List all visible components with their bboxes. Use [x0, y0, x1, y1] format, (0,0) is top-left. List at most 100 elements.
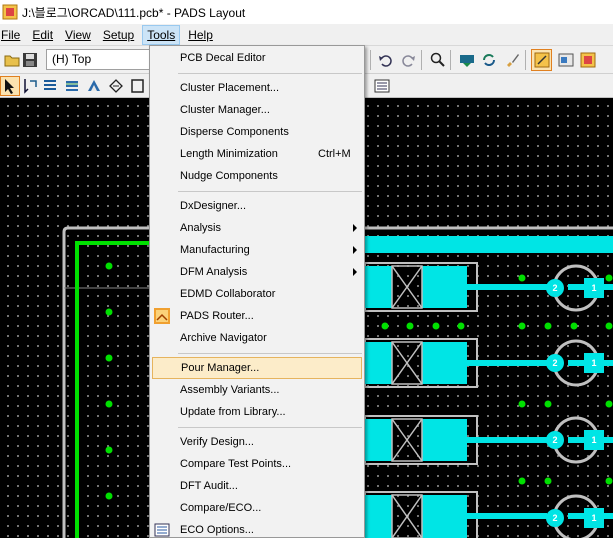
pad-label: 2 — [552, 358, 557, 368]
menu-item-label: DxDesigner... — [180, 200, 247, 212]
menu-item-verify-design[interactable]: Verify Design... — [152, 431, 362, 453]
menu-item-label: PCB Decal Editor — [180, 52, 266, 64]
menu-view[interactable]: View — [61, 25, 95, 45]
menu-item-label: Pour Manager... — [181, 362, 260, 374]
menu-item-label: PADS Router... — [180, 310, 254, 322]
menu-item-label: Cluster Placement... — [180, 82, 280, 94]
menu-item-edmd-collaborator[interactable]: EDMD Collaborator — [152, 283, 362, 305]
pad-label: 1 — [591, 435, 596, 445]
menu-separator — [178, 427, 362, 428]
redo-icon[interactable] — [398, 50, 418, 70]
menu-item-label: Manufacturing — [180, 244, 250, 256]
add-route-icon[interactable] — [40, 76, 60, 96]
layer-select-value: (H) Top — [52, 52, 92, 66]
drafting-toolbar-icon[interactable] — [556, 50, 576, 70]
component-icon[interactable] — [128, 76, 148, 96]
menu-item-pour-manager[interactable]: Pour Manager... — [152, 357, 362, 379]
menu-item-update-from-library[interactable]: Update from Library... — [152, 401, 362, 423]
menu-item-compare-test-points[interactable]: Compare Test Points... — [152, 453, 362, 475]
menu-tools-label: Tools — [147, 27, 176, 42]
component-row-2 — [364, 338, 613, 388]
pad-label: 2 — [552, 283, 557, 293]
refresh-icon[interactable] — [479, 50, 499, 70]
menu-item-analysis[interactable]: Analysis — [152, 217, 362, 239]
component-row-4 — [364, 491, 613, 538]
menu-edit[interactable]: Edit — [28, 25, 57, 45]
menu-item-disperse-components[interactable]: Disperse Components — [152, 121, 362, 143]
menu-item-label: Analysis — [180, 222, 221, 234]
hatch-icon[interactable] — [106, 76, 126, 96]
menu-tools[interactable]: Tools — [142, 24, 181, 45]
menu-file-label: File — [1, 27, 21, 42]
menu-bar: File Edit View Setup Tools Help — [0, 24, 613, 46]
display-control-icon[interactable] — [457, 50, 477, 70]
submenu-arrow-icon — [353, 268, 357, 276]
cyan-bus — [363, 236, 613, 253]
menu-item-dxdesigner[interactable]: DxDesigner... — [152, 195, 362, 217]
component-row-3 — [364, 415, 613, 465]
pad-label: 2 — [552, 513, 557, 523]
brush-icon[interactable] — [502, 50, 522, 70]
component-row-1 — [364, 262, 613, 312]
toolbar-separator — [421, 50, 422, 70]
menu-setup[interactable]: Setup — [99, 25, 138, 45]
menu-edit-label: Edit — [32, 27, 54, 42]
menu-view-label: View — [65, 27, 91, 42]
save-icon[interactable] — [20, 50, 40, 70]
toolbar-separator — [450, 50, 451, 70]
menu-item-label: Disperse Components — [180, 126, 289, 138]
menu-item-label: Length Minimization — [180, 148, 278, 160]
layers-icon[interactable] — [62, 76, 82, 96]
select-arrow-icon[interactable] — [0, 76, 20, 96]
pad-label: 1 — [591, 358, 596, 368]
menu-item-label: Archive Navigator — [180, 332, 267, 344]
menu-item-manufacturing[interactable]: Manufacturing — [152, 239, 362, 261]
tools-menu: PCB Decal Editor Cluster Placement... Cl… — [149, 45, 365, 538]
menu-item-length-minimization[interactable]: Length Minimization Ctrl+M — [152, 143, 362, 165]
menu-item-nudge-components[interactable]: Nudge Components — [152, 165, 362, 187]
menu-item-label: Compare Test Points... — [180, 458, 292, 470]
window-title: J:\블로그\ORCAD\111.pcb* - PADS Layout — [22, 5, 246, 20]
properties-icon[interactable] — [372, 76, 392, 96]
toolbar-separator — [525, 50, 526, 70]
menu-help-label: Help — [188, 27, 213, 42]
submenu-arrow-icon — [353, 224, 357, 232]
menu-separator — [178, 73, 362, 74]
menu-help[interactable]: Help — [184, 25, 217, 45]
menu-item-label: Verify Design... — [180, 436, 254, 448]
pad-label: 1 — [591, 513, 596, 523]
menu-item-label: Update from Library... — [180, 406, 286, 418]
design-toolbar-icon[interactable] — [531, 49, 552, 71]
menu-file[interactable]: File — [0, 25, 24, 45]
pads-router-icon — [154, 308, 170, 324]
pad-label: 1 — [591, 283, 596, 293]
menu-item-label: ECO Options... — [180, 524, 254, 536]
eco-options-icon — [154, 522, 170, 538]
move-icon[interactable] — [20, 76, 40, 96]
menu-item-cluster-manager[interactable]: Cluster Manager... — [152, 99, 362, 121]
menu-item-label: DFM Analysis — [180, 266, 248, 278]
menu-item-pads-router[interactable]: PADS Router... — [152, 305, 362, 327]
menu-item-archive-navigator[interactable]: Archive Navigator — [152, 327, 362, 349]
menu-item-label: Compare/ECO... — [180, 502, 262, 514]
menu-item-assembly-variants[interactable]: Assembly Variants... — [152, 379, 362, 401]
menu-item-shortcut: Ctrl+M — [318, 148, 351, 160]
menu-item-label: DFT Audit... — [180, 480, 238, 492]
menu-item-label: Cluster Manager... — [180, 104, 270, 116]
menu-item-label: Nudge Components — [180, 170, 278, 182]
copper-pour-icon[interactable] — [84, 76, 104, 96]
menu-item-dft-audit[interactable]: DFT Audit... — [152, 475, 362, 497]
undo-icon[interactable] — [376, 50, 396, 70]
pads-app-icon — [2, 4, 18, 20]
menu-item-dfm-analysis[interactable]: DFM Analysis — [152, 261, 362, 283]
submenu-arrow-icon — [353, 246, 357, 254]
menu-item-eco-options[interactable]: ECO Options... — [152, 519, 362, 538]
router-toolbar-icon[interactable] — [578, 50, 598, 70]
open-folder-icon[interactable] — [2, 50, 22, 70]
layer-select[interactable]: (H) Top — [46, 49, 151, 70]
menu-item-pcb-decal-editor[interactable]: PCB Decal Editor — [152, 47, 362, 69]
menu-item-cluster-placement[interactable]: Cluster Placement... — [152, 77, 362, 99]
menu-item-compare-eco[interactable]: Compare/ECO... — [152, 497, 362, 519]
menu-separator — [178, 191, 362, 192]
zoom-icon[interactable] — [428, 50, 448, 70]
